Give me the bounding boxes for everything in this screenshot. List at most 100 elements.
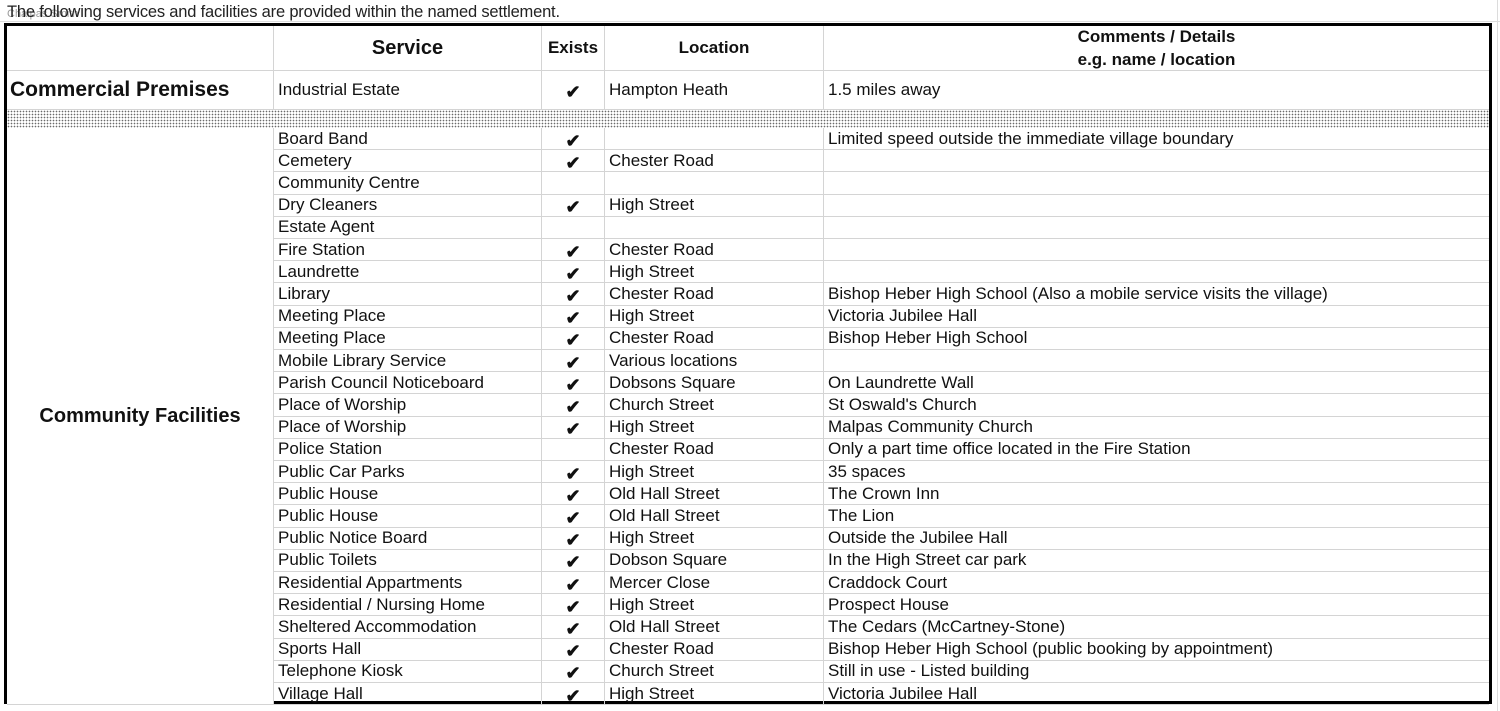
service-cell[interactable]: Cemetery: [274, 150, 542, 172]
comments-cell[interactable]: Bishop Heber High School (public booking…: [824, 639, 1489, 660]
service-cell[interactable]: Estate Agent: [274, 216, 542, 238]
header-service[interactable]: Service: [274, 26, 542, 70]
service-cell[interactable]: Residential / Nursing Home: [274, 594, 542, 616]
category-community-facilities[interactable]: Community Facilities: [7, 128, 274, 704]
service-cell[interactable]: Fire Station: [274, 239, 542, 261]
exists-cell[interactable]: ✔: [542, 71, 605, 109]
location-cell[interactable]: High Street: [605, 594, 824, 616]
service-cell[interactable]: Place of Worship: [274, 394, 542, 416]
service-cell[interactable]: Public House: [274, 483, 542, 505]
service-cell[interactable]: Telephone Kiosk: [274, 660, 542, 682]
comments-cell[interactable]: [824, 217, 1489, 238]
exists-cell[interactable]: ✔: [542, 239, 605, 261]
category-commercial-premises[interactable]: Commercial Premises: [7, 71, 274, 109]
header-exists[interactable]: Exists: [542, 26, 605, 70]
service-cell[interactable]: Public House: [274, 505, 542, 527]
comments-cell[interactable]: 35 spaces: [824, 461, 1489, 482]
location-cell[interactable]: Dobson Square: [605, 549, 824, 571]
location-cell[interactable]: High Street: [605, 261, 824, 283]
comments-cell[interactable]: Outside the Jubilee Hall: [824, 528, 1489, 549]
exists-cell[interactable]: ✔: [542, 461, 605, 483]
service-cell[interactable]: Village Hall: [274, 683, 542, 705]
comments-cell[interactable]: Bishop Heber High School (Also a mobile …: [824, 283, 1489, 304]
comments-cell[interactable]: Only a part time office located in the F…: [824, 439, 1489, 460]
exists-cell[interactable]: [542, 438, 605, 460]
comments-cell[interactable]: In the High Street car park: [824, 550, 1489, 571]
exists-cell[interactable]: ✔: [542, 616, 605, 638]
location-cell[interactable]: [605, 172, 824, 194]
comments-cell[interactable]: [824, 350, 1489, 371]
service-cell[interactable]: Board Band: [274, 128, 542, 150]
exists-cell[interactable]: ✔: [542, 416, 605, 438]
exists-cell[interactable]: ✔: [542, 350, 605, 372]
comments-cell[interactable]: [824, 195, 1489, 216]
location-cell[interactable]: Chester Road: [605, 239, 824, 261]
header-location[interactable]: Location: [605, 26, 824, 70]
exists-cell[interactable]: [542, 172, 605, 194]
location-cell[interactable]: Church Street: [605, 394, 824, 416]
location-cell[interactable]: Various locations: [605, 350, 824, 372]
service-cell[interactable]: Sports Hall: [274, 638, 542, 660]
comments-cell[interactable]: Victoria Jubilee Hall: [824, 683, 1489, 704]
service-cell[interactable]: Dry Cleaners: [274, 194, 542, 216]
comments-cell[interactable]: [824, 150, 1489, 171]
exists-cell[interactable]: ✔: [542, 128, 605, 150]
exists-cell[interactable]: ✔: [542, 261, 605, 283]
location-cell[interactable]: High Street: [605, 416, 824, 438]
location-cell[interactable]: Church Street: [605, 660, 824, 682]
location-cell[interactable]: Hampton Heath: [605, 71, 824, 109]
exists-cell[interactable]: ✔: [542, 327, 605, 349]
exists-cell[interactable]: [542, 216, 605, 238]
location-cell[interactable]: Old Hall Street: [605, 616, 824, 638]
location-cell[interactable]: [605, 128, 824, 150]
service-cell[interactable]: Meeting Place: [274, 305, 542, 327]
comments-cell[interactable]: The Lion: [824, 505, 1489, 526]
location-cell[interactable]: Chester Road: [605, 327, 824, 349]
exists-cell[interactable]: ✔: [542, 527, 605, 549]
exists-cell[interactable]: ✔: [542, 305, 605, 327]
location-cell[interactable]: High Street: [605, 194, 824, 216]
exists-cell[interactable]: ✔: [542, 638, 605, 660]
location-cell[interactable]: Chester Road: [605, 150, 824, 172]
exists-cell[interactable]: ✔: [542, 594, 605, 616]
service-cell[interactable]: Public Toilets: [274, 549, 542, 571]
service-cell[interactable]: Place of Worship: [274, 416, 542, 438]
location-cell[interactable]: [605, 216, 824, 238]
service-cell[interactable]: Residential Appartments: [274, 572, 542, 594]
comments-cell[interactable]: [824, 261, 1489, 282]
location-cell[interactable]: High Street: [605, 683, 824, 705]
comments-cell[interactable]: 1.5 miles away: [824, 71, 1489, 109]
comments-cell[interactable]: Prospect House: [824, 594, 1489, 615]
intro-text[interactable]: The following services and facilities ar…: [7, 3, 560, 22]
comments-cell[interactable]: Limited speed outside the immediate vill…: [824, 128, 1489, 149]
location-cell[interactable]: Dobsons Square: [605, 372, 824, 394]
service-cell[interactable]: Community Centre: [274, 172, 542, 194]
comments-cell[interactable]: The Cedars (McCartney-Stone): [824, 616, 1489, 637]
location-cell[interactable]: High Street: [605, 527, 824, 549]
exists-cell[interactable]: ✔: [542, 394, 605, 416]
exists-cell[interactable]: ✔: [542, 549, 605, 571]
exists-cell[interactable]: ✔: [542, 194, 605, 216]
service-cell[interactable]: Laundrette: [274, 261, 542, 283]
location-cell[interactable]: Old Hall Street: [605, 483, 824, 505]
location-cell[interactable]: High Street: [605, 461, 824, 483]
comments-cell[interactable]: Bishop Heber High School: [824, 328, 1489, 349]
service-cell[interactable]: Mobile Library Service: [274, 350, 542, 372]
exists-cell[interactable]: ✔: [542, 572, 605, 594]
exists-cell[interactable]: ✔: [542, 372, 605, 394]
service-cell[interactable]: Public Notice Board: [274, 527, 542, 549]
service-cell[interactable]: Industrial Estate: [274, 71, 542, 109]
comments-cell[interactable]: Craddock Court: [824, 572, 1489, 593]
exists-cell[interactable]: ✔: [542, 660, 605, 682]
exists-cell[interactable]: ✔: [542, 150, 605, 172]
location-cell[interactable]: Chester Road: [605, 283, 824, 305]
comments-cell[interactable]: Still in use - Listed building: [824, 661, 1489, 682]
location-cell[interactable]: Chester Road: [605, 438, 824, 460]
header-comments[interactable]: Comments / Details e.g. name / location: [824, 26, 1489, 70]
exists-cell[interactable]: ✔: [542, 683, 605, 705]
location-cell[interactable]: Mercer Close: [605, 572, 824, 594]
service-cell[interactable]: Public Car Parks: [274, 461, 542, 483]
location-cell[interactable]: Old Hall Street: [605, 505, 824, 527]
service-cell[interactable]: Meeting Place: [274, 327, 542, 349]
exists-cell[interactable]: ✔: [542, 283, 605, 305]
